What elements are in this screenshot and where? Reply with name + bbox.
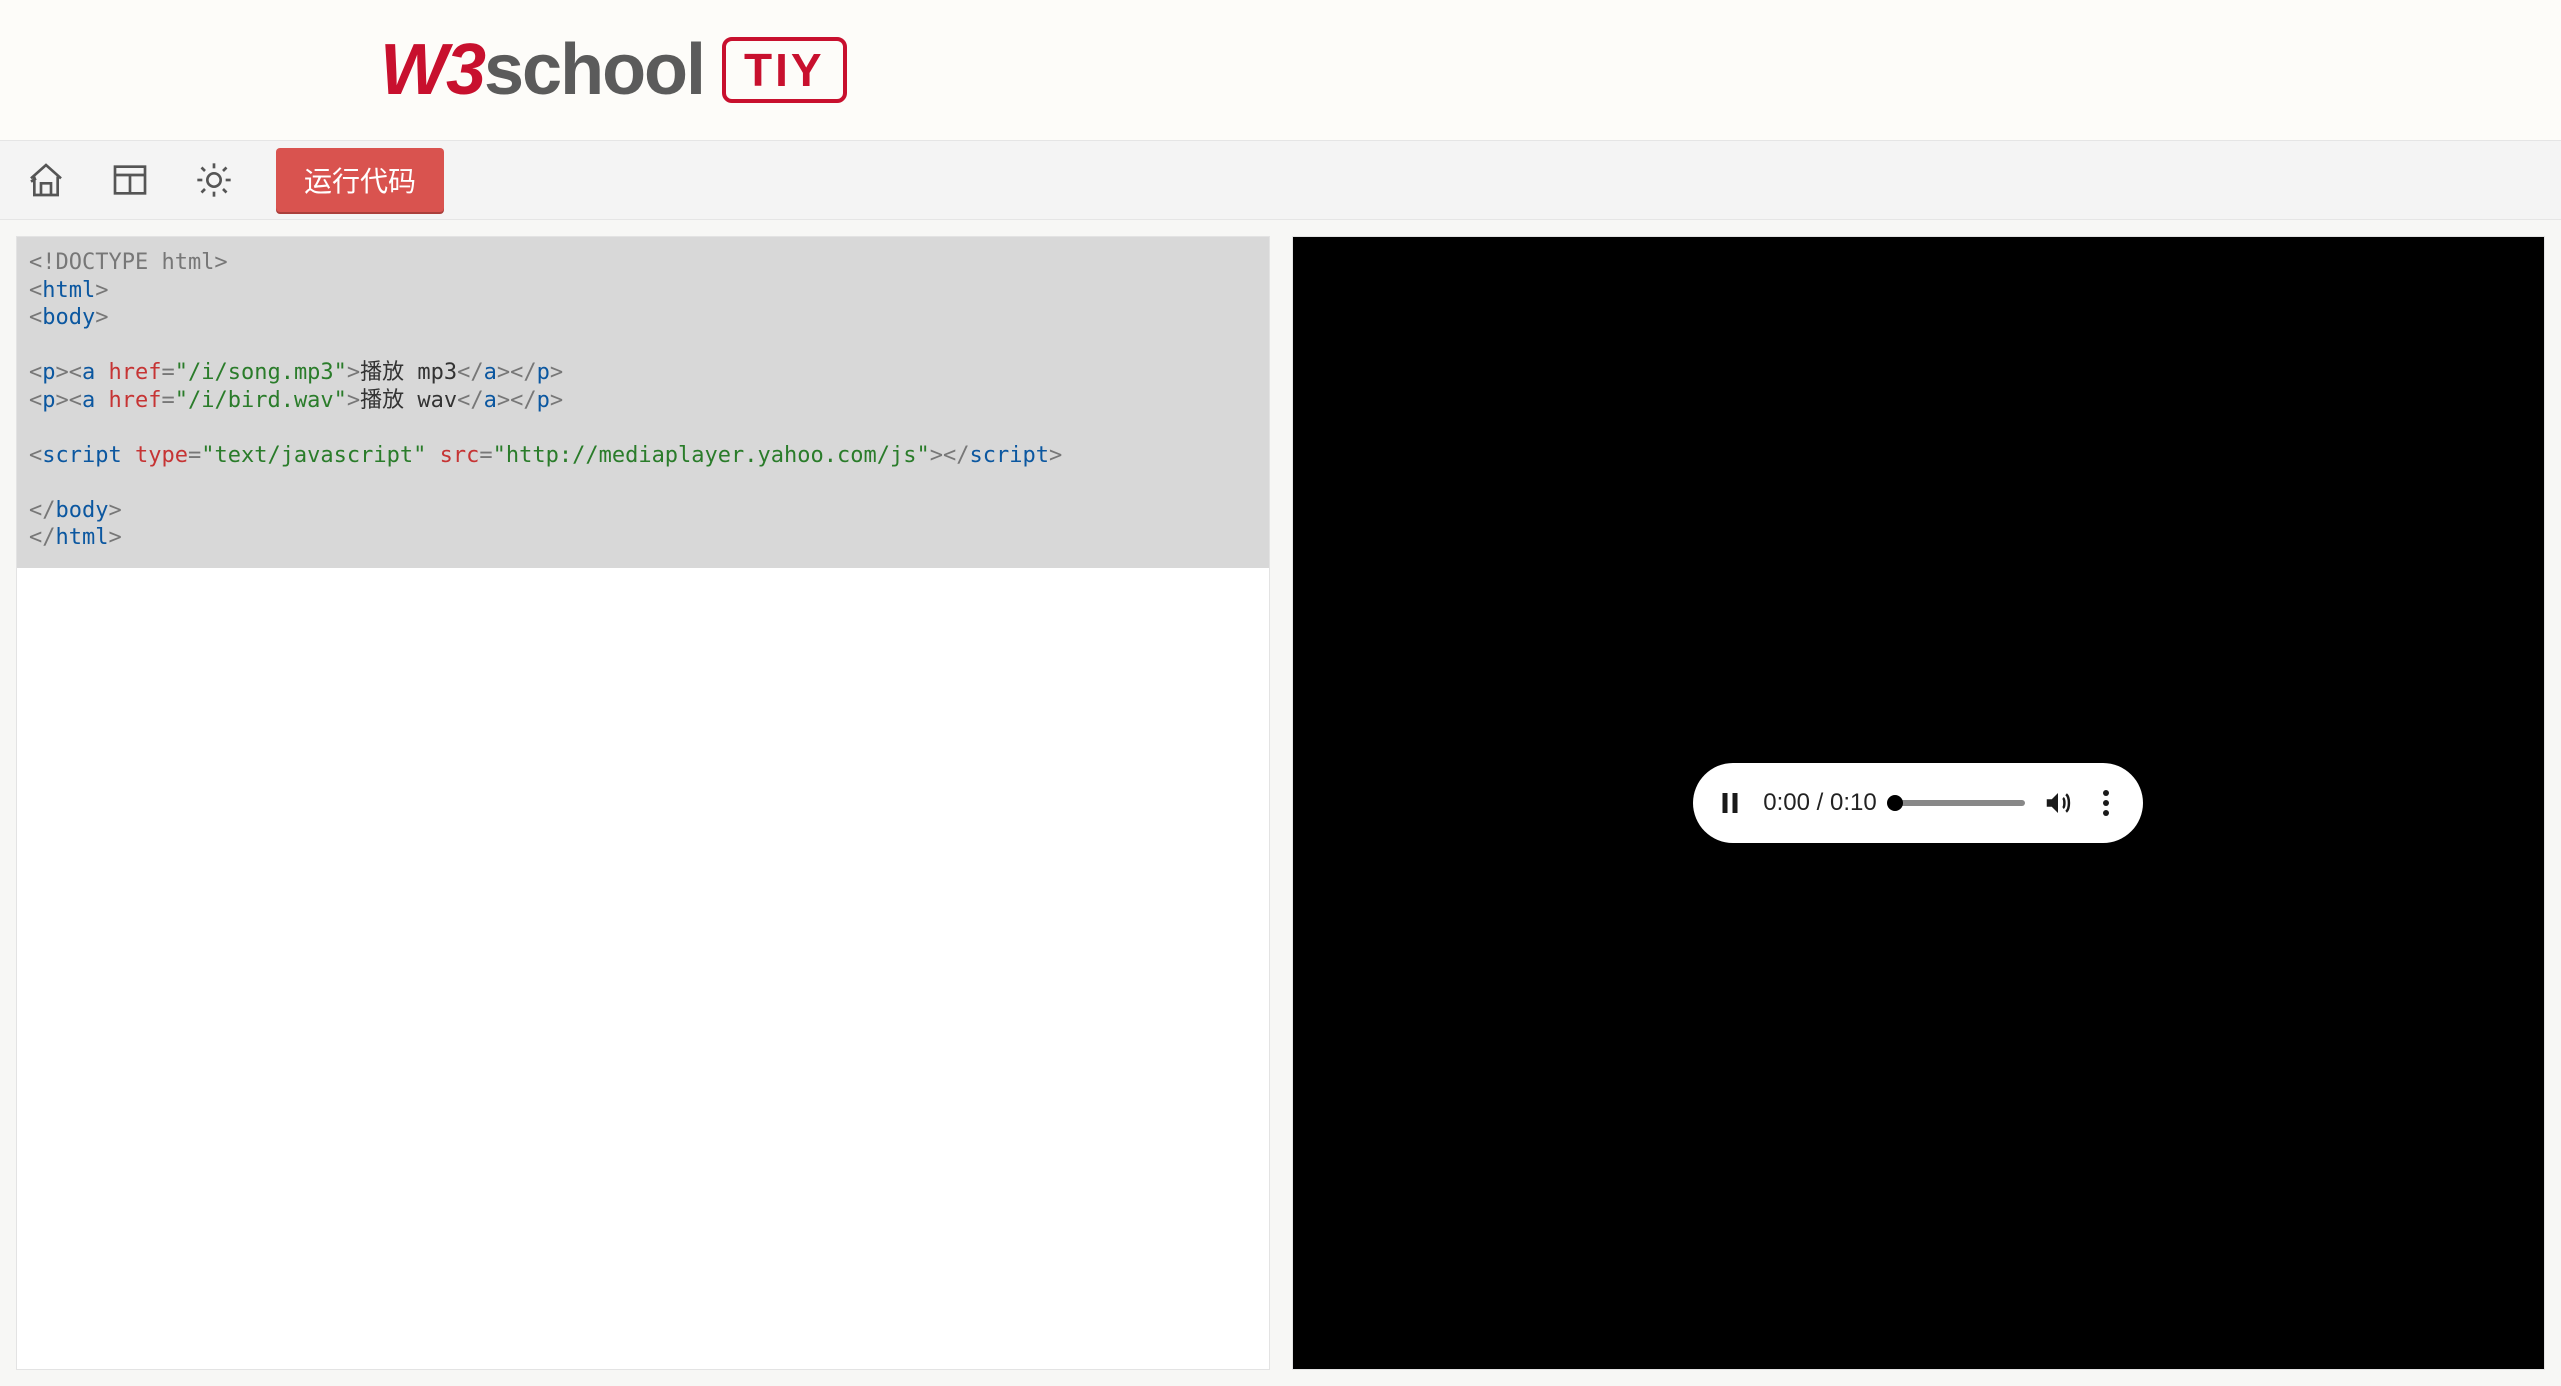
token: > bbox=[95, 278, 108, 303]
volume-icon[interactable] bbox=[2043, 788, 2073, 818]
token: 播放 wav bbox=[360, 388, 457, 413]
token: ></ bbox=[497, 360, 537, 385]
token: ></ bbox=[930, 443, 970, 468]
token: a bbox=[484, 360, 497, 385]
token: p bbox=[537, 360, 550, 385]
token: < bbox=[29, 305, 42, 330]
media-player: 0:00 / 0:10 bbox=[1693, 763, 2143, 843]
media-time-display: 0:00 / 0:10 bbox=[1763, 789, 1876, 817]
layout-icon[interactable] bbox=[108, 158, 152, 202]
token: = bbox=[161, 388, 174, 413]
token: < bbox=[29, 360, 42, 385]
token: ></ bbox=[497, 388, 537, 413]
pause-icon[interactable] bbox=[1715, 788, 1745, 818]
token: < bbox=[29, 443, 42, 468]
token: > bbox=[347, 388, 360, 413]
media-seek-thumb[interactable] bbox=[1887, 795, 1903, 811]
token: > bbox=[95, 305, 108, 330]
token: p bbox=[42, 360, 55, 385]
token: html bbox=[42, 278, 95, 303]
token: body bbox=[56, 498, 109, 523]
site-logo: W3school TIY bbox=[380, 29, 847, 111]
theme-icon[interactable] bbox=[192, 158, 236, 202]
app-root: W3school TIY 运行代码 <!DOCTYPE html> <html>… bbox=[0, 0, 2561, 1386]
logo-text: W3school bbox=[380, 29, 704, 111]
media-seek-slider[interactable] bbox=[1895, 800, 2026, 806]
token: > bbox=[550, 360, 563, 385]
token: p bbox=[42, 388, 55, 413]
token: "http://mediaplayer.yahoo.com/js" bbox=[493, 443, 930, 468]
token: <!DOCTYPE html> bbox=[29, 250, 228, 275]
editor-toolbar: 运行代码 bbox=[0, 140, 2561, 220]
token: html bbox=[56, 525, 109, 550]
token: a bbox=[82, 388, 95, 413]
token: </ bbox=[29, 525, 56, 550]
site-header: W3school TIY bbox=[0, 0, 2561, 140]
code-editor-pane[interactable]: <!DOCTYPE html> <html> <body> <p><a href… bbox=[16, 236, 1270, 1370]
token: script bbox=[42, 443, 121, 468]
code-editor-content[interactable]: <!DOCTYPE html> <html> <body> <p><a href… bbox=[17, 237, 1269, 568]
output-preview-pane: 0:00 / 0:10 bbox=[1292, 236, 2546, 1370]
token: > bbox=[550, 388, 563, 413]
token: 播放 mp3 bbox=[360, 360, 457, 385]
token: a bbox=[484, 388, 497, 413]
token: < bbox=[29, 388, 42, 413]
token: > bbox=[347, 360, 360, 385]
token: "/i/song.mp3" bbox=[175, 360, 347, 385]
token: src bbox=[426, 443, 479, 468]
token: "text/javascript" bbox=[201, 443, 426, 468]
token: a bbox=[82, 360, 95, 385]
token: body bbox=[42, 305, 95, 330]
token: >< bbox=[56, 388, 83, 413]
token: "/i/bird.wav" bbox=[175, 388, 347, 413]
token: = bbox=[188, 443, 201, 468]
token: > bbox=[108, 525, 121, 550]
workspace: <!DOCTYPE html> <html> <body> <p><a href… bbox=[0, 220, 2561, 1386]
token: > bbox=[1049, 443, 1062, 468]
token: p bbox=[537, 388, 550, 413]
logo-rest: school bbox=[484, 30, 704, 110]
token: > bbox=[108, 498, 121, 523]
token: < bbox=[29, 278, 42, 303]
token: = bbox=[161, 360, 174, 385]
token: </ bbox=[457, 360, 484, 385]
token: >< bbox=[56, 360, 83, 385]
token: href bbox=[95, 388, 161, 413]
token: </ bbox=[29, 498, 56, 523]
media-more-icon[interactable] bbox=[2091, 788, 2121, 818]
token: </ bbox=[457, 388, 484, 413]
token: type bbox=[122, 443, 188, 468]
token: = bbox=[479, 443, 492, 468]
logo-w3: W3 bbox=[380, 30, 484, 110]
home-icon[interactable] bbox=[24, 158, 68, 202]
run-code-button[interactable]: 运行代码 bbox=[276, 148, 444, 212]
tiy-badge: TIY bbox=[722, 37, 847, 103]
token: script bbox=[969, 443, 1048, 468]
token: href bbox=[95, 360, 161, 385]
